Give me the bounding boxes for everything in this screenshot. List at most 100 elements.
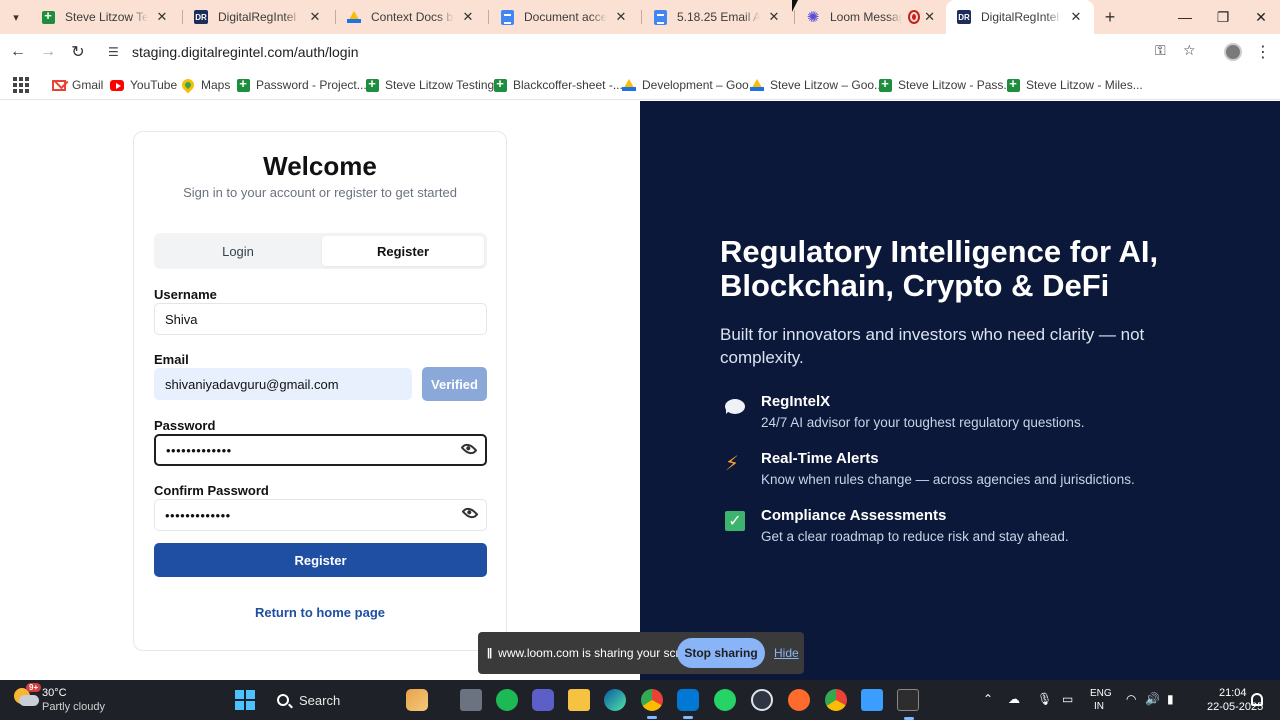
language-region[interactable]: IN: [1094, 701, 1104, 712]
bookmark-steve-litzow-miles[interactable]: Steve Litzow - Miles...: [1006, 75, 1143, 95]
screen-share-bar: || www.loom.com is sharing your screen. …: [478, 632, 804, 674]
bookmark-gmail[interactable]: Gmail: [52, 75, 103, 95]
bookmark-blackcoffer-sheet[interactable]: Blackcoffer-sheet -...: [493, 75, 623, 95]
close-icon[interactable]: ✕: [766, 9, 782, 25]
tab-title: Steve Litzow Testing: [65, 10, 148, 24]
apps-grid-icon[interactable]: [13, 77, 29, 93]
widgets-icon[interactable]: [406, 689, 428, 711]
address-bar[interactable]: ☰ staging.digitalregintel.com/auth/login: [100, 38, 1210, 66]
bookmark-label: Maps: [201, 78, 231, 92]
taskbar-search[interactable]: Search: [267, 685, 397, 715]
bookmark-development-google[interactable]: Development – Goo...: [622, 75, 759, 95]
bookmark-youtube[interactable]: YouTube: [110, 75, 177, 95]
forward-arrow-icon[interactable]: →: [36, 40, 60, 64]
chrome-profile-icon[interactable]: [825, 689, 847, 711]
minimize-icon[interactable]: —: [1166, 0, 1204, 34]
new-tab-plus-icon[interactable]: +: [1100, 7, 1120, 27]
tab-register[interactable]: Register: [322, 236, 484, 266]
return-home-link[interactable]: Return to home page: [134, 605, 506, 620]
maps-icon: [179, 76, 197, 94]
close-icon[interactable]: ✕: [460, 9, 476, 25]
eye-icon[interactable]: [460, 440, 478, 458]
close-icon[interactable]: ✕: [613, 9, 629, 25]
tab-title: DigitalRegIntel: [218, 10, 297, 24]
tab-search-chevron-icon[interactable]: ▾: [6, 7, 26, 27]
bookmark-steve-litzow-testing[interactable]: Steve Litzow Testing...: [365, 75, 504, 95]
menu-kebab-icon[interactable]: ⋮: [1255, 42, 1271, 62]
battery-status-icon[interactable]: ▮: [1167, 692, 1174, 706]
clock-time[interactable]: 21:04: [1219, 687, 1247, 699]
bookmark-steve-litzow-google[interactable]: Steve Litzow – Goo...: [750, 75, 884, 95]
weather-condition[interactable]: Partly cloudy: [42, 701, 105, 713]
bookmark-password-project[interactable]: Password - Project...: [236, 75, 367, 95]
youtube-icon: [110, 78, 124, 92]
tab-loom-message[interactable]: ✺ Loom Message - ✕: [795, 0, 945, 34]
stop-sharing-button[interactable]: Stop sharing: [677, 638, 765, 668]
sheets-icon: [236, 76, 250, 92]
notepad-icon[interactable]: [861, 689, 883, 711]
pause-icon[interactable]: ||: [487, 647, 492, 659]
weather-temp[interactable]: 30°C: [42, 687, 67, 699]
spotify-icon[interactable]: [496, 689, 518, 711]
tray-chevron-up-icon[interactable]: ⌃: [983, 692, 993, 706]
bookmark-label: Steve Litzow - Pass...: [898, 78, 1014, 92]
sheets-icon: [40, 8, 56, 25]
chrome-icon[interactable]: [641, 689, 663, 719]
password-input[interactable]: •••••••••••••: [154, 434, 487, 466]
bookmark-label: Steve Litzow – Goo...: [770, 78, 885, 92]
bookmark-steve-litzow-pass[interactable]: Steve Litzow - Pass...: [878, 75, 1013, 95]
password-key-icon[interactable]: ⚿: [1155, 42, 1166, 59]
feature-desc: Get a clear roadmap to reduce risk and s…: [761, 529, 1069, 544]
terminal-icon[interactable]: [897, 689, 919, 720]
restore-icon[interactable]: ❐: [1204, 0, 1242, 34]
battery-icon[interactable]: ▭: [1062, 692, 1073, 706]
notification-bell-icon[interactable]: [1251, 693, 1263, 706]
clock-app-icon[interactable]: [751, 689, 773, 711]
edge-icon[interactable]: [604, 689, 626, 711]
email-input[interactable]: shivaniyadavguru@gmail.com: [154, 368, 412, 400]
window-close-icon[interactable]: ✕: [1242, 0, 1280, 34]
postman-icon[interactable]: [788, 689, 810, 711]
eye-icon[interactable]: [461, 504, 479, 522]
url-text[interactable]: staging.digitalregintel.com/auth/login: [132, 44, 358, 60]
wifi-icon[interactable]: ◠: [1126, 692, 1136, 706]
tab-steve-litzow-testing[interactable]: Steve Litzow Testing ✕: [30, 0, 180, 34]
close-icon[interactable]: ✕: [154, 9, 170, 25]
bookmark-label: Gmail: [72, 78, 104, 92]
tab-email-alert[interactable]: 5.18.25 Email Alert O ✕: [642, 0, 792, 34]
site-settings-icon[interactable]: ☰: [108, 45, 128, 59]
loom-icon: ✺: [806, 8, 820, 26]
bookmark-maps[interactable]: Maps: [179, 75, 231, 95]
whatsapp-icon[interactable]: [714, 689, 736, 711]
tab-context-docs[interactable]: Context Docs by clie ✕: [336, 0, 486, 34]
verified-button[interactable]: Verified: [422, 367, 487, 401]
hide-link[interactable]: Hide: [774, 646, 799, 660]
file-explorer-icon[interactable]: [568, 689, 590, 711]
tab-digitalregintel-1[interactable]: DR DigitalRegIntel ✕: [183, 0, 333, 34]
search-icon: [277, 694, 289, 706]
taskbar-search-label: Search: [299, 692, 341, 708]
tab-document-access[interactable]: Document access via ✕: [489, 0, 639, 34]
teams-icon[interactable]: [532, 689, 554, 711]
onedrive-cloud-icon[interactable]: ☁: [1008, 692, 1020, 706]
register-button[interactable]: Register: [154, 543, 487, 577]
tab-login[interactable]: Login: [157, 236, 319, 266]
bookmark-star-icon[interactable]: ☆: [1183, 42, 1196, 59]
volume-icon[interactable]: 🔊: [1145, 692, 1160, 706]
task-view-icon[interactable]: [460, 689, 482, 711]
close-icon[interactable]: ✕: [307, 9, 323, 25]
language-code[interactable]: ENG: [1090, 688, 1112, 699]
start-windows-icon[interactable]: [235, 690, 255, 710]
reload-icon[interactable]: ↻: [66, 40, 90, 64]
vscode-icon[interactable]: [677, 689, 699, 719]
bookmark-label: Password - Project...: [256, 78, 367, 92]
confirm-password-input[interactable]: •••••••••••••: [154, 499, 487, 531]
close-icon[interactable]: ✕: [1068, 9, 1084, 25]
back-arrow-icon[interactable]: ←: [6, 40, 30, 64]
microphone-icon[interactable]: 🎙: [1037, 692, 1052, 706]
hero-lead: Built for innovators and investors who n…: [720, 325, 1145, 367]
tab-digitalregintel-active[interactable]: DR DigitalRegIntel ✕: [946, 0, 1094, 34]
close-icon[interactable]: ✕: [924, 9, 935, 25]
username-input[interactable]: Shiva: [154, 303, 487, 335]
profile-avatar-icon[interactable]: [1224, 43, 1242, 61]
